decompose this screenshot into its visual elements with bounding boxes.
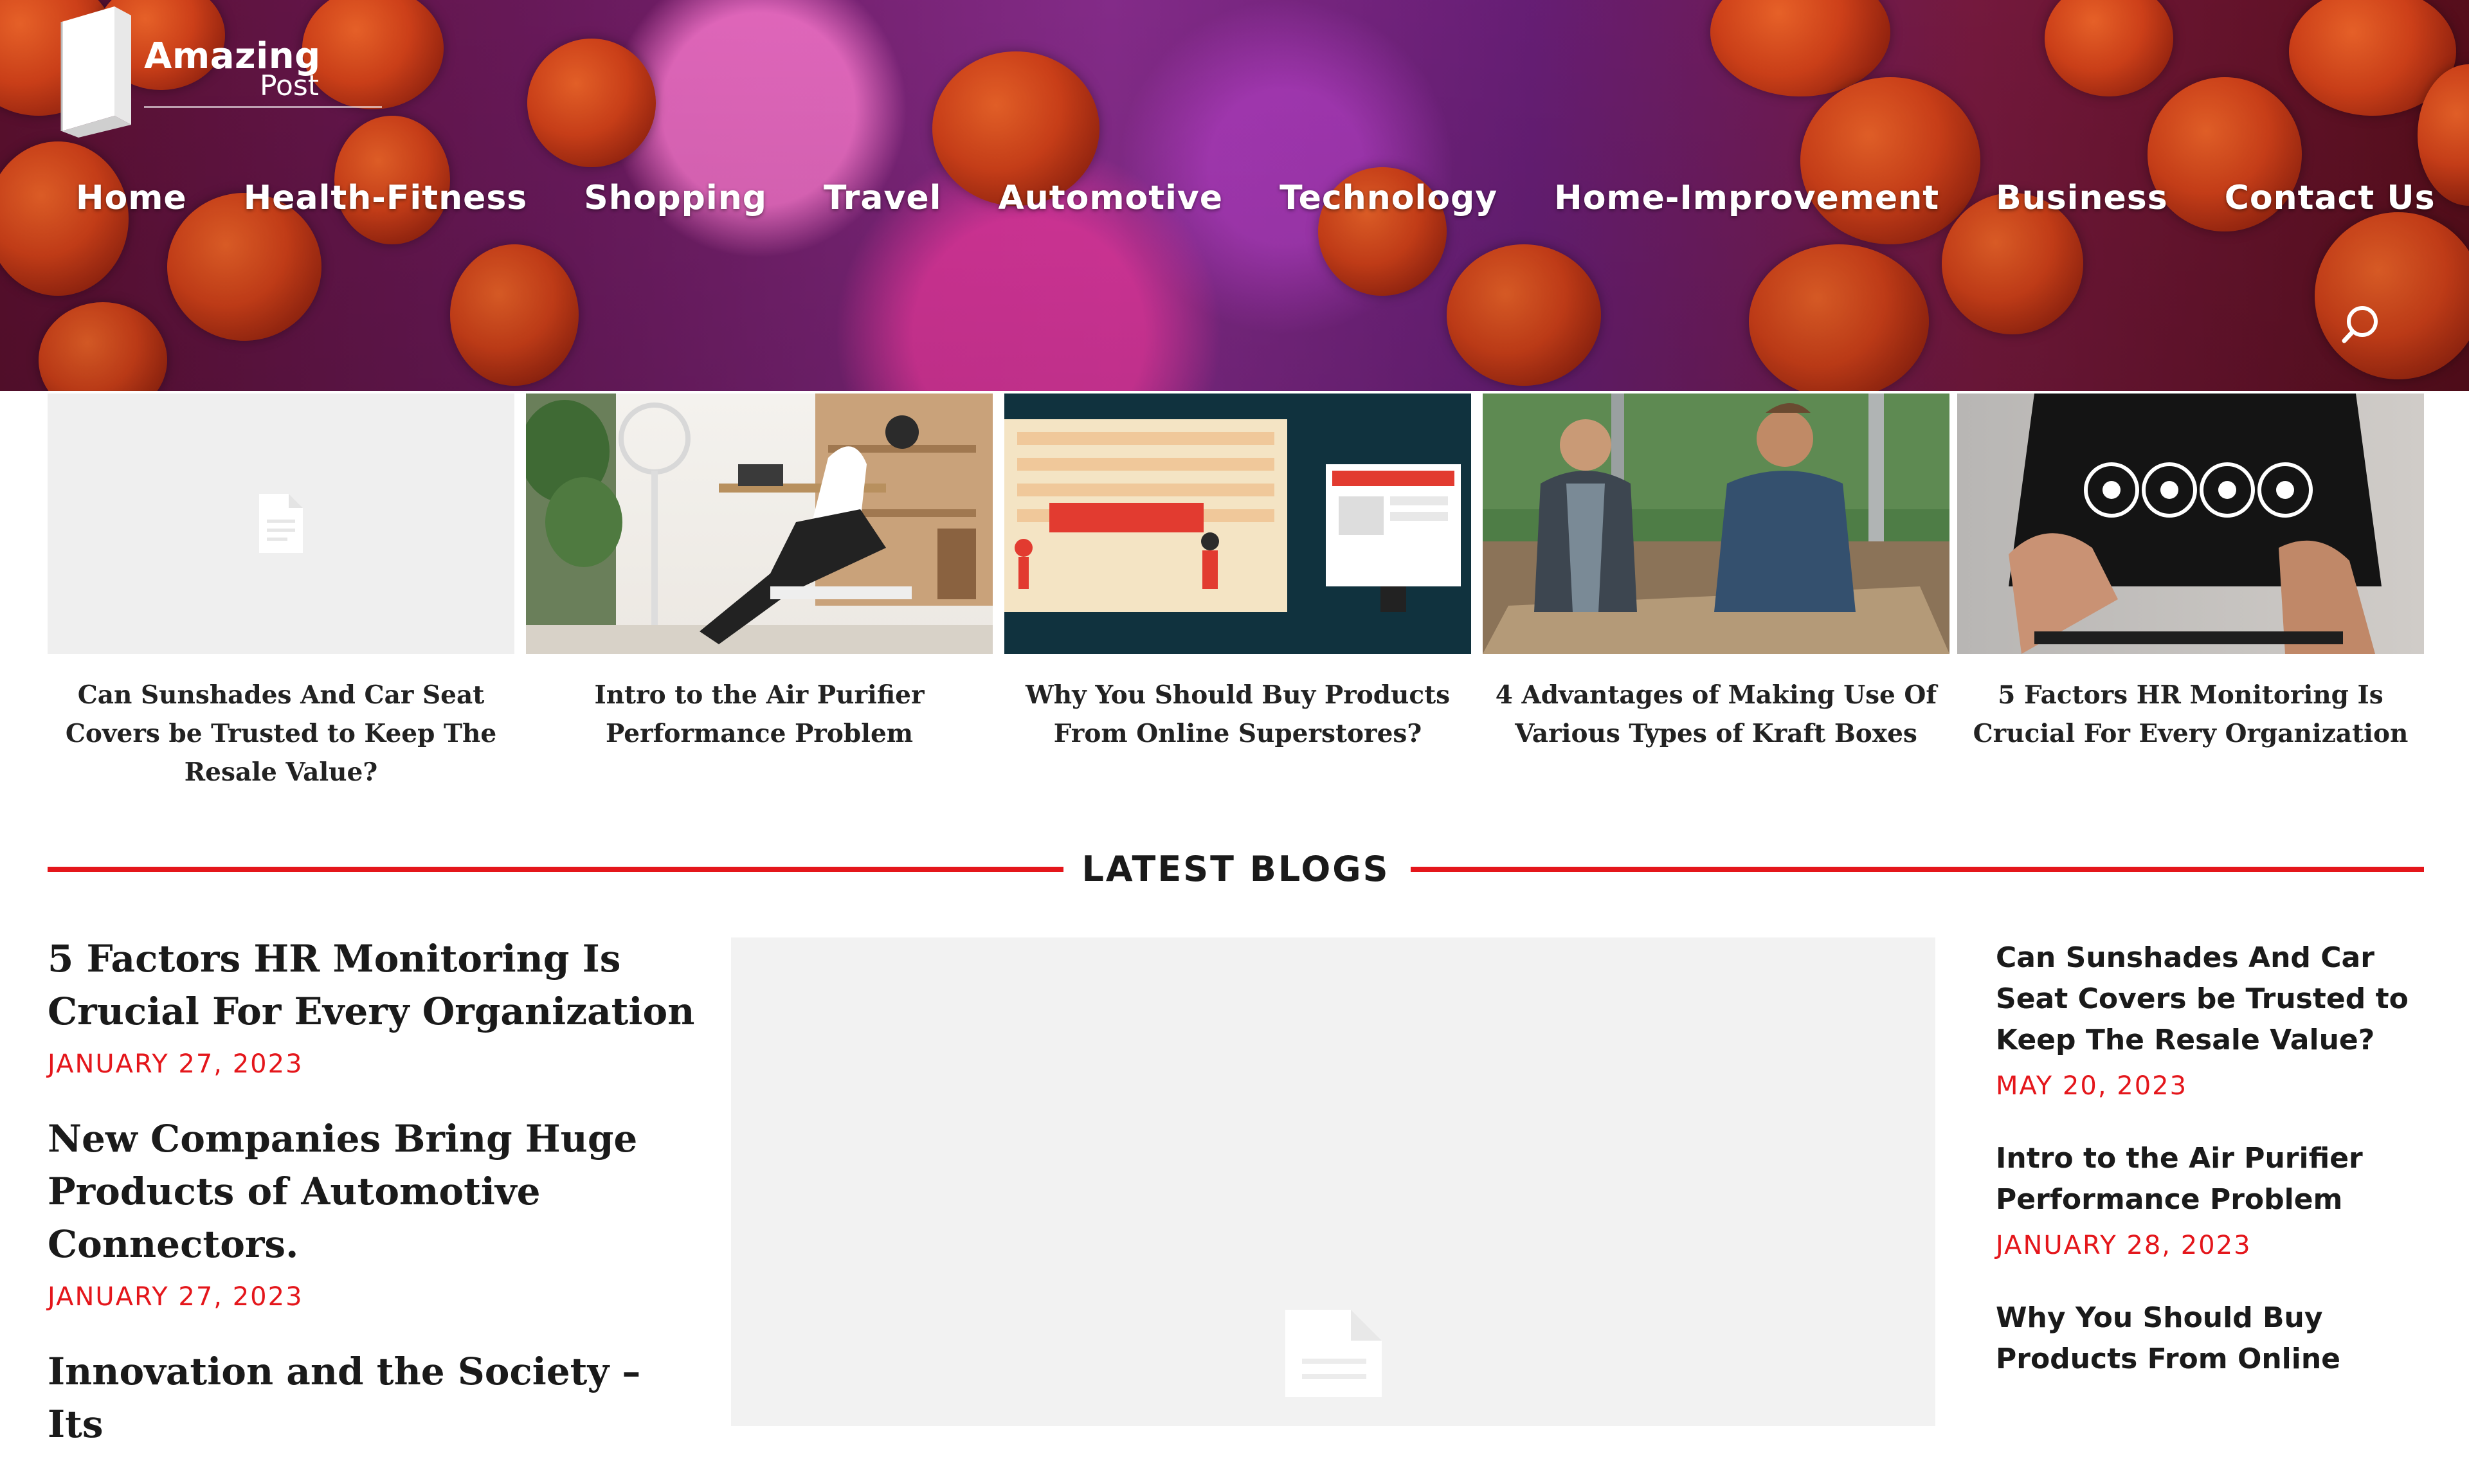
document-icon <box>259 494 303 553</box>
post-date: JANUARY 28, 2023 <box>1996 1231 2252 1260</box>
nav-item-home[interactable]: Home <box>76 179 187 217</box>
latest-right-list: Can Sunshades And Car Seat Covers be Tru… <box>1996 937 2433 1417</box>
site-header: Amazing Post Home Health-Fitness Shoppin… <box>0 0 2469 391</box>
list-item[interactable]: Innovation and the Society – Its <box>48 1345 697 1451</box>
search-button[interactable] <box>2339 302 2384 347</box>
featured-image-placeholder[interactable] <box>48 394 514 654</box>
featured-title[interactable]: Intro to the Air Purifier Performance Pr… <box>526 676 993 753</box>
post-title[interactable]: New Companies Bring Huge Products of Aut… <box>48 1112 697 1271</box>
featured-card[interactable]: Why You Should Buy Products From Online … <box>1004 394 1471 753</box>
featured-card[interactable]: 4 Advantages of Making Use Of Various Ty… <box>1483 394 1949 753</box>
list-item[interactable]: New Companies Bring Huge Products of Aut… <box>48 1112 697 1312</box>
nav-item-shopping[interactable]: Shopping <box>584 179 767 217</box>
post-date: JANUARY 27, 2023 <box>48 1049 303 1079</box>
post-date: MAY 20, 2023 <box>1996 1071 2188 1101</box>
document-icon <box>1285 1310 1382 1397</box>
latest-blogs-header: LATEST BLOGS <box>48 842 2424 894</box>
list-item[interactable]: 5 Factors HR Monitoring Is Crucial For E… <box>48 932 697 1079</box>
post-title[interactable]: 5 Factors HR Monitoring Is Crucial For E… <box>48 932 697 1038</box>
hr-icons-photo <box>2009 394 2382 654</box>
post-title[interactable]: Why You Should Buy Products From Online <box>1996 1298 2433 1380</box>
featured-card[interactable]: Can Sunshades And Car Seat Covers be Tru… <box>48 394 514 792</box>
list-item[interactable]: Intro to the Air Purifier Performance Pr… <box>1996 1138 2433 1260</box>
online-store-illustration <box>1004 419 1461 612</box>
list-item[interactable]: Can Sunshades And Car Seat Covers be Tru… <box>1996 937 2433 1101</box>
featured-card[interactable]: 5 Factors HR Monitoring Is Crucial For E… <box>1957 394 2424 753</box>
featured-image[interactable] <box>1483 394 1949 654</box>
featured-card[interactable]: Intro to the Air Purifier Performance Pr… <box>526 394 993 753</box>
nav-item-automotive[interactable]: Automotive <box>998 179 1223 217</box>
latest-left-list: 5 Factors HR Monitoring Is Crucial For E… <box>48 932 697 1484</box>
nav-item-technology[interactable]: Technology <box>1280 179 1497 217</box>
nav-item-contact-us[interactable]: Contact Us <box>2225 179 2436 217</box>
post-title[interactable]: Can Sunshades And Car Seat Covers be Tru… <box>1996 937 2433 1061</box>
featured-image[interactable] <box>1957 394 2424 654</box>
post-date: JANUARY 27, 2023 <box>48 1282 303 1312</box>
featured-title[interactable]: 4 Advantages of Making Use Of Various Ty… <box>1483 676 1949 753</box>
book-logo-icon <box>60 6 131 138</box>
section-title: LATEST BLOGS <box>1081 849 1390 889</box>
main-nav: Home Health-Fitness Shopping Travel Auto… <box>76 179 2436 217</box>
featured-posts: Can Sunshades And Car Seat Covers be Tru… <box>48 394 2424 787</box>
post-title[interactable]: Intro to the Air Purifier Performance Pr… <box>1996 1138 2433 1220</box>
featured-image[interactable] <box>526 394 993 654</box>
man-relaxing-photo <box>526 394 993 654</box>
nav-item-travel[interactable]: Travel <box>824 179 941 217</box>
logo-divider <box>144 106 382 108</box>
featured-title[interactable]: Can Sunshades And Car Seat Covers be Tru… <box>48 676 514 792</box>
logo-text-secondary: Post <box>260 69 320 102</box>
featured-title[interactable]: 5 Factors HR Monitoring Is Crucial For E… <box>1957 676 2424 753</box>
nav-item-business[interactable]: Business <box>1996 179 2168 217</box>
nav-item-health-fitness[interactable]: Health-Fitness <box>244 179 528 217</box>
featured-post-image-placeholder[interactable] <box>731 937 1935 1426</box>
search-icon <box>2342 306 2378 343</box>
nav-item-home-improvement[interactable]: Home-Improvement <box>1554 179 1939 217</box>
featured-title[interactable]: Why You Should Buy Products From Online … <box>1004 676 1471 753</box>
featured-image[interactable] <box>1004 394 1471 654</box>
workers-cardboard-photo <box>1483 394 1949 654</box>
list-item[interactable]: Why You Should Buy Products From Online <box>1996 1298 2433 1380</box>
post-title[interactable]: Innovation and the Society – Its <box>48 1345 697 1451</box>
site-logo[interactable]: Amazing Post <box>48 0 382 138</box>
